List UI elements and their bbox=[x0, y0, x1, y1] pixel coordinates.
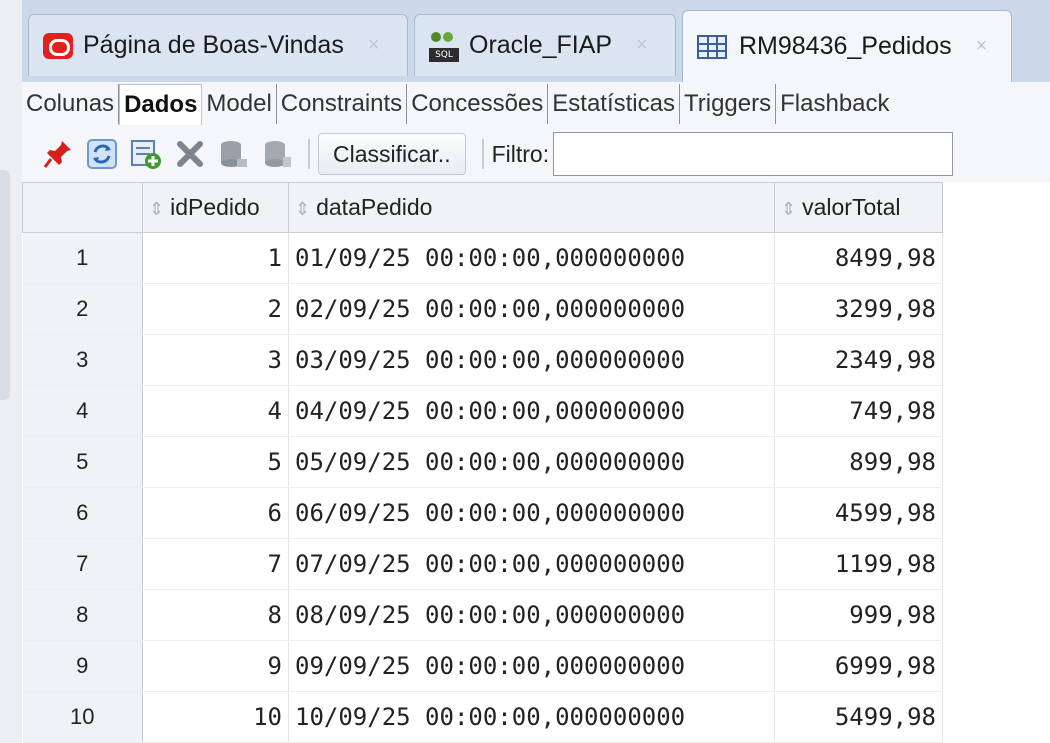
table-editor: Página de Boas-Vindas × SQL Oracle_FIAP … bbox=[22, 0, 1050, 743]
data-toolbar: Classificar.. Filtro: bbox=[22, 126, 1050, 182]
tab-welcome-page[interactable]: Página de Boas-Vindas × bbox=[28, 14, 408, 76]
close-icon[interactable]: × bbox=[368, 34, 380, 57]
cell-valortotal[interactable]: 8499,98 bbox=[774, 232, 943, 284]
column-header-valortotal[interactable]: ⇕ valorTotal bbox=[774, 182, 943, 233]
table-row[interactable]: 7 7 07/09/25 00:00:00,000000000 1199,98 bbox=[22, 538, 943, 590]
subtab-estatisticas[interactable]: Estatísticas bbox=[548, 84, 680, 124]
table-row[interactable]: 4 4 04/09/25 00:00:00,000000000 749,98 bbox=[22, 385, 943, 437]
cell-valortotal[interactable]: 749,98 bbox=[774, 385, 943, 437]
side-panel-handle[interactable] bbox=[0, 170, 10, 400]
toolbar-separator bbox=[308, 139, 310, 169]
subtab-model[interactable]: Model bbox=[202, 84, 277, 124]
cell-datapedido[interactable]: 09/09/25 00:00:00,000000000 bbox=[288, 640, 775, 692]
cell-idpedido[interactable]: 1 bbox=[142, 232, 289, 284]
sort-arrows-icon[interactable]: ⇕ bbox=[295, 199, 310, 219]
row-number-header bbox=[22, 182, 143, 233]
row-number[interactable]: 4 bbox=[22, 385, 143, 437]
rollback-icon[interactable] bbox=[256, 132, 300, 176]
oracle-icon bbox=[43, 32, 73, 59]
column-header-idpedido[interactable]: ⇕ idPedido bbox=[142, 182, 289, 233]
table-row[interactable]: 9 9 09/09/25 00:00:00,000000000 6999,98 bbox=[22, 640, 943, 692]
cell-datapedido[interactable]: 10/09/25 00:00:00,000000000 bbox=[288, 691, 775, 743]
tab-label: Página de Boas-Vindas bbox=[83, 31, 344, 59]
row-number[interactable]: 8 bbox=[22, 589, 143, 641]
cell-valortotal[interactable]: 999,98 bbox=[774, 589, 943, 641]
cell-idpedido[interactable]: 7 bbox=[142, 538, 289, 590]
table-row[interactable]: 1 1 01/09/25 00:00:00,000000000 8499,98 bbox=[22, 232, 943, 284]
cell-idpedido[interactable]: 3 bbox=[142, 334, 289, 386]
tab-rm98436-pedidos[interactable]: RM98436_Pedidos × bbox=[682, 10, 1012, 82]
table-row[interactable]: 5 5 05/09/25 00:00:00,000000000 899,98 bbox=[22, 436, 943, 488]
subtab-flashback[interactable]: Flashback bbox=[776, 84, 893, 124]
tab-oracle-fiap[interactable]: SQL Oracle_FIAP × bbox=[414, 14, 676, 76]
cell-datapedido[interactable]: 03/09/25 00:00:00,000000000 bbox=[288, 334, 775, 386]
table-row[interactable]: 3 3 03/09/25 00:00:00,000000000 2349,98 bbox=[22, 334, 943, 386]
cell-idpedido[interactable]: 4 bbox=[142, 385, 289, 437]
sort-arrows-icon[interactable]: ⇕ bbox=[781, 199, 796, 219]
cell-datapedido[interactable]: 08/09/25 00:00:00,000000000 bbox=[288, 589, 775, 641]
table-row[interactable]: 8 8 08/09/25 00:00:00,000000000 999,98 bbox=[22, 589, 943, 641]
cell-valortotal[interactable]: 899,98 bbox=[774, 436, 943, 488]
cell-idpedido[interactable]: 5 bbox=[142, 436, 289, 488]
cell-datapedido[interactable]: 02/09/25 00:00:00,000000000 bbox=[288, 283, 775, 335]
cell-valortotal[interactable]: 2349,98 bbox=[774, 334, 943, 386]
cell-datapedido[interactable]: 05/09/25 00:00:00,000000000 bbox=[288, 436, 775, 488]
row-number[interactable]: 7 bbox=[22, 538, 143, 590]
cell-valortotal[interactable]: 3299,98 bbox=[774, 283, 943, 335]
subtab-dados[interactable]: Dados bbox=[119, 83, 203, 125]
sort-button[interactable]: Classificar.. bbox=[318, 133, 466, 175]
row-number[interactable]: 5 bbox=[22, 436, 143, 488]
tab-label: Oracle_FIAP bbox=[469, 31, 613, 59]
row-number[interactable]: 2 bbox=[22, 283, 143, 335]
row-number[interactable]: 10 bbox=[22, 691, 143, 743]
pin-icon[interactable] bbox=[36, 132, 80, 176]
filter-input[interactable] bbox=[553, 132, 954, 176]
cell-datapedido[interactable]: 07/09/25 00:00:00,000000000 bbox=[288, 538, 775, 590]
cell-idpedido[interactable]: 8 bbox=[142, 589, 289, 641]
results-table: ⇕ idPedido ⇕ dataPedido ⇕ valorTotal 1 1 01/0… bbox=[22, 182, 943, 743]
header-row: ⇕ idPedido ⇕ dataPedido ⇕ valorTotal bbox=[22, 182, 943, 233]
sort-arrows-icon[interactable]: ⇕ bbox=[149, 199, 164, 219]
cell-idpedido[interactable]: 9 bbox=[142, 640, 289, 692]
table-row[interactable]: 2 2 02/09/25 00:00:00,000000000 3299,98 bbox=[22, 283, 943, 335]
row-number[interactable]: 3 bbox=[22, 334, 143, 386]
cell-idpedido[interactable]: 2 bbox=[142, 283, 289, 335]
data-grid: ⇕ idPedido ⇕ dataPedido ⇕ valorTotal 1 1 01/0… bbox=[22, 182, 1050, 743]
sql-connection-icon: SQL bbox=[429, 30, 461, 62]
close-icon[interactable]: × bbox=[976, 35, 988, 58]
cell-valortotal[interactable]: 6999,98 bbox=[774, 640, 943, 692]
cell-valortotal[interactable]: 5499,98 bbox=[774, 691, 943, 743]
filter-label: Filtro: bbox=[491, 140, 550, 167]
table-row[interactable]: 6 6 06/09/25 00:00:00,000000000 4599,98 bbox=[22, 487, 943, 539]
insert-row-icon[interactable] bbox=[124, 132, 168, 176]
toolbar-separator bbox=[481, 139, 484, 169]
cell-idpedido[interactable]: 10 bbox=[142, 691, 289, 743]
cell-valortotal[interactable]: 4599,98 bbox=[774, 487, 943, 539]
refresh-icon[interactable] bbox=[80, 132, 124, 176]
cell-idpedido[interactable]: 6 bbox=[142, 487, 289, 539]
cell-datapedido[interactable]: 06/09/25 00:00:00,000000000 bbox=[288, 487, 775, 539]
cell-datapedido[interactable]: 04/09/25 00:00:00,000000000 bbox=[288, 385, 775, 437]
column-header-datapedido[interactable]: ⇕ dataPedido bbox=[288, 182, 775, 233]
cell-valortotal[interactable]: 1199,98 bbox=[774, 538, 943, 590]
object-subtabs: Colunas Dados Model Constraints Concessõ… bbox=[22, 82, 1050, 127]
left-gutter bbox=[0, 0, 22, 743]
table-icon bbox=[697, 34, 727, 59]
commit-icon[interactable] bbox=[212, 132, 256, 176]
subtab-constraints[interactable]: Constraints bbox=[277, 84, 408, 124]
table-row[interactable]: 10 10 10/09/25 00:00:00,000000000 5499,98 bbox=[22, 691, 943, 743]
subtab-concessoes[interactable]: Concessões bbox=[407, 84, 549, 124]
row-number[interactable]: 6 bbox=[22, 487, 143, 539]
cell-datapedido[interactable]: 01/09/25 00:00:00,000000000 bbox=[288, 232, 775, 284]
close-icon[interactable]: × bbox=[636, 34, 648, 57]
row-number[interactable]: 9 bbox=[22, 640, 143, 692]
subtab-triggers[interactable]: Triggers bbox=[680, 84, 777, 124]
editor-tab-bar: Página de Boas-Vindas × SQL Oracle_FIAP … bbox=[22, 0, 1050, 82]
row-number[interactable]: 1 bbox=[22, 232, 143, 284]
delete-row-icon[interactable] bbox=[168, 132, 212, 176]
subtab-colunas[interactable]: Colunas bbox=[22, 84, 120, 124]
tab-label: RM98436_Pedidos bbox=[739, 32, 952, 60]
